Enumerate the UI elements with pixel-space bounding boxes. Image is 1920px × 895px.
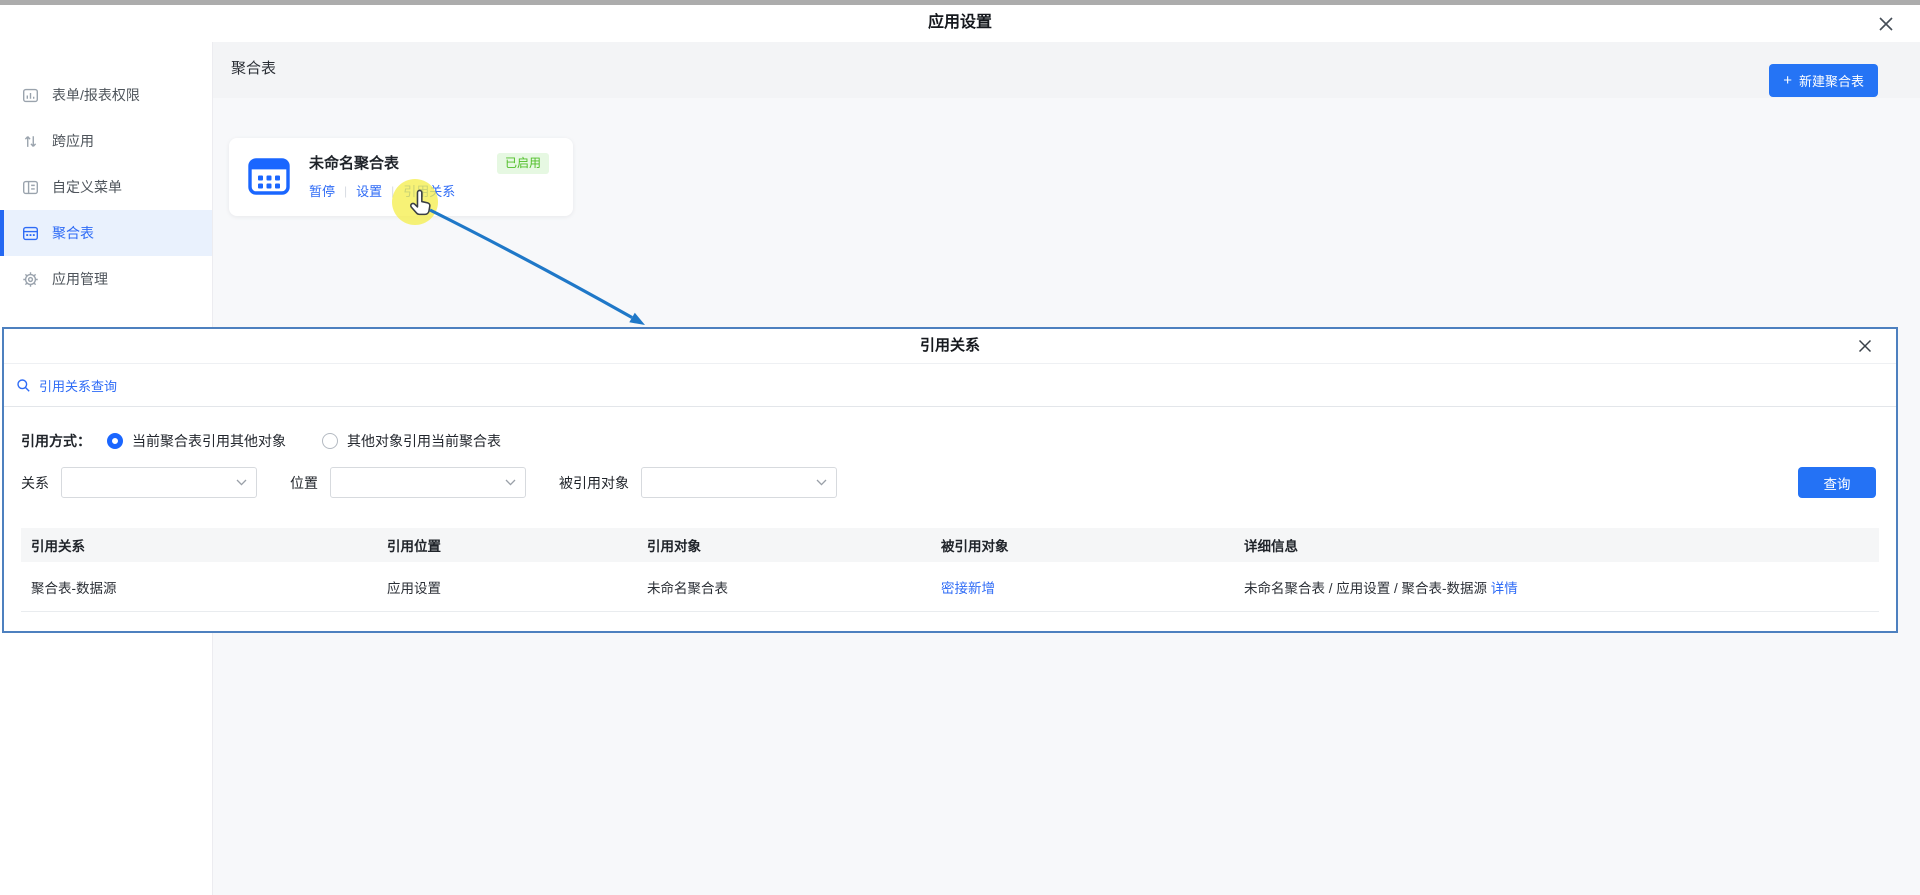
- col-header-relation: 引用关系: [21, 535, 387, 555]
- sidebar-item-cross-app[interactable]: 跨应用: [0, 118, 212, 164]
- col-header-position: 引用位置: [387, 535, 647, 555]
- relation-filter-label: 关系: [21, 473, 49, 493]
- gear-icon: [22, 271, 39, 288]
- referenced-object-link[interactable]: 密接新增: [941, 581, 995, 596]
- detail-path: 未命名聚合表 / 应用设置 / 聚合表-数据源: [1244, 581, 1487, 596]
- aggregate-table-icon: [22, 225, 39, 242]
- close-icon[interactable]: [1876, 14, 1896, 34]
- cell-position: 应用设置: [387, 577, 647, 597]
- cell-relation: 聚合表-数据源: [21, 577, 387, 597]
- chevron-down-icon: [505, 479, 516, 487]
- position-select[interactable]: [330, 467, 526, 498]
- sidebar-item-aggregate-table[interactable]: 聚合表: [0, 210, 212, 256]
- sidebar-item-label: 聚合表: [52, 223, 94, 243]
- referenced-object-select[interactable]: [641, 467, 837, 498]
- modal-title: 引用关系: [4, 329, 1896, 362]
- position-filter-label: 位置: [290, 473, 318, 493]
- action-separator: |: [344, 184, 347, 198]
- reference-query-link[interactable]: 引用关系查询: [39, 376, 117, 395]
- query-button[interactable]: 查询: [1798, 467, 1876, 498]
- col-header-referenced: 被引用对象: [941, 535, 1244, 555]
- reference-query-row[interactable]: 引用关系查询: [4, 365, 1896, 407]
- radio-label: 当前聚合表引用其他对象: [132, 431, 286, 451]
- chevron-down-icon: [816, 479, 827, 487]
- settings-link[interactable]: 设置: [356, 181, 382, 200]
- table-row: 聚合表-数据源 应用设置 未命名聚合表 密接新增 未命名聚合表 / 应用设置 /…: [21, 562, 1879, 612]
- table-header-row: 引用关系 引用位置 引用对象 被引用对象 详细信息: [21, 528, 1879, 562]
- chevron-down-icon: [236, 479, 247, 487]
- sidebar-item-label: 跨应用: [52, 131, 94, 151]
- col-header-object: 引用对象: [647, 535, 941, 555]
- page-title: 应用设置: [0, 5, 1920, 42]
- cross-app-icon: [22, 133, 39, 150]
- plus-icon: +: [1783, 73, 1792, 88]
- col-header-detail: 详细信息: [1244, 535, 1879, 555]
- card-title: 未命名聚合表: [309, 152, 399, 173]
- reference-relations-modal: 引用关系 引用关系查询 引用方式： 当前聚合表引用其他对象 其他对象引用当前聚合…: [2, 327, 1898, 633]
- radio-unselected-icon: [322, 433, 338, 449]
- pause-link[interactable]: 暂停: [309, 181, 335, 200]
- cell-detail: 未命名聚合表 / 应用设置 / 聚合表-数据源 详情: [1244, 577, 1879, 597]
- filter-row: 关系 位置 被引用对象: [21, 467, 1896, 498]
- status-badge: 已启用: [497, 153, 549, 174]
- modal-close-icon[interactable]: [1856, 337, 1874, 355]
- section-header: 聚合表 + 新建聚合表: [213, 42, 1920, 98]
- cell-object: 未命名聚合表: [647, 577, 941, 597]
- search-icon: [16, 378, 31, 393]
- sidebar-item-label: 表单/报表权限: [52, 85, 140, 105]
- reference-table: 引用关系 引用位置 引用对象 被引用对象 详细信息 聚合表-数据源 应用设置 未…: [21, 528, 1879, 612]
- sidebar-item-app-management[interactable]: 应用管理: [0, 256, 212, 302]
- section-title: 聚合表: [231, 42, 276, 98]
- modal-header: 引用关系: [4, 329, 1896, 364]
- reference-mode-label: 引用方式：: [21, 431, 91, 451]
- radio-label: 其他对象引用当前聚合表: [347, 431, 501, 451]
- sidebar-item-custom-menu[interactable]: 自定义菜单: [0, 164, 212, 210]
- radio-others-ref-current[interactable]: 其他对象引用当前聚合表: [322, 431, 501, 451]
- form-report-icon: [22, 87, 39, 104]
- new-aggregate-table-label: 新建聚合表: [1799, 71, 1864, 90]
- hand-cursor-icon: [406, 189, 435, 218]
- aggregate-table-card-icon: [247, 154, 291, 198]
- new-aggregate-table-button[interactable]: + 新建聚合表: [1769, 64, 1878, 97]
- sidebar-item-form-report-permission[interactable]: 表单/报表权限: [0, 72, 212, 118]
- custom-menu-icon: [22, 179, 39, 196]
- detail-link[interactable]: 详情: [1491, 581, 1518, 596]
- sidebar-item-label: 应用管理: [52, 269, 108, 289]
- sidebar-item-label: 自定义菜单: [52, 177, 122, 197]
- radio-selected-icon: [107, 433, 123, 449]
- radio-current-refs-others[interactable]: 当前聚合表引用其他对象: [107, 431, 286, 451]
- relation-select[interactable]: [61, 467, 257, 498]
- reference-mode-row: 引用方式： 当前聚合表引用其他对象 其他对象引用当前聚合表: [21, 426, 537, 456]
- referenced-object-filter-label: 被引用对象: [559, 473, 629, 493]
- dialog-header: 应用设置: [0, 5, 1920, 42]
- app-settings-dialog: 应用设置 表单/报表权限 跨应用 自定义菜单 聚合: [0, 0, 1920, 895]
